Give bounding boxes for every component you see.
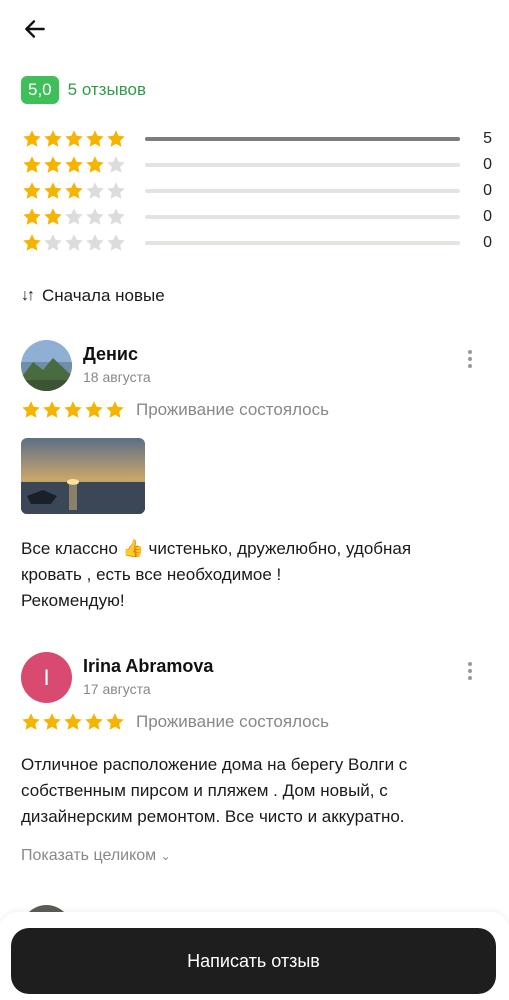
star-filled-icon — [43, 129, 64, 149]
review-author[interactable]: Денис — [83, 344, 138, 365]
more-options-icon[interactable] — [467, 662, 473, 683]
row-stars — [22, 155, 132, 175]
distribution-bar — [145, 137, 460, 141]
review-card: I Irina Abramova 17 августа Проживание с… — [21, 652, 491, 882]
stay-status: Проживание состоялось — [136, 400, 329, 419]
row-stars — [22, 207, 132, 227]
star-filled-icon — [84, 400, 105, 420]
star-empty-icon — [64, 207, 85, 227]
distribution-count: 5 — [483, 130, 492, 147]
star-empty-icon — [106, 207, 127, 227]
star-filled-icon — [63, 400, 84, 420]
star-filled-icon — [64, 155, 85, 175]
star-filled-icon — [21, 400, 42, 420]
review-rating: Проживание состоялось — [21, 712, 329, 732]
distribution-row[interactable]: 0 — [22, 204, 492, 230]
star-filled-icon — [22, 129, 43, 149]
star-filled-icon — [64, 181, 85, 201]
rating-summary: 5,0 5 отзывов — [21, 76, 146, 104]
star-empty-icon — [85, 181, 106, 201]
arrow-left-icon — [22, 20, 48, 46]
rating-badge: 5,0 — [21, 76, 59, 104]
chevron-down-icon: ⌄ — [160, 849, 171, 863]
star-filled-icon — [43, 181, 64, 201]
star-empty-icon — [43, 233, 64, 253]
star-empty-icon — [106, 155, 127, 175]
star-empty-icon — [106, 181, 127, 201]
star-filled-icon — [64, 129, 85, 149]
review-text: Отличное расположение дома на берегу Вол… — [21, 755, 408, 826]
review-date: 17 августа — [83, 681, 151, 697]
sort-button[interactable]: ↓↑ Сначала новые — [21, 286, 165, 306]
star-filled-icon — [21, 712, 42, 732]
distribution-bar — [145, 189, 460, 193]
star-empty-icon — [85, 233, 106, 253]
star-filled-icon — [43, 155, 64, 175]
star-filled-icon — [42, 400, 63, 420]
distribution-row[interactable]: 0 — [22, 230, 492, 256]
row-stars — [22, 233, 132, 253]
review-date: 18 августа — [83, 369, 151, 385]
star-filled-icon — [22, 233, 43, 253]
row-stars — [22, 181, 132, 201]
review-photo[interactable] — [21, 438, 145, 514]
star-filled-icon — [106, 129, 127, 149]
distribution-bar — [145, 215, 460, 219]
reviews-count: 5 отзывов — [67, 80, 147, 99]
avatar[interactable] — [21, 340, 72, 391]
star-empty-icon — [106, 233, 127, 253]
more-options-icon[interactable] — [467, 350, 473, 371]
distribution-bar — [145, 241, 460, 245]
star-filled-icon — [85, 129, 106, 149]
rating-distribution: 5 0 0 0 0 — [22, 126, 492, 256]
back-button[interactable] — [22, 16, 52, 46]
star-filled-icon — [105, 712, 126, 732]
star-filled-icon — [42, 712, 63, 732]
distribution-count: 0 — [483, 208, 492, 225]
star-filled-icon — [84, 712, 105, 732]
distribution-row[interactable]: 0 — [22, 178, 492, 204]
review-rating: Проживание состоялось — [21, 400, 329, 420]
star-empty-icon — [85, 207, 106, 227]
review-author[interactable]: Irina Abramova — [83, 656, 213, 677]
star-filled-icon — [85, 155, 106, 175]
star-filled-icon — [22, 207, 43, 227]
distribution-bar-fill — [145, 137, 460, 141]
distribution-bar — [145, 163, 460, 167]
distribution-count: 0 — [483, 156, 492, 173]
distribution-count: 0 — [483, 234, 492, 251]
stay-status: Проживание состоялось — [136, 712, 329, 731]
review-text: Все классно 👍 чистенько, дружелюбно, удо… — [21, 539, 412, 610]
star-filled-icon — [105, 400, 126, 420]
row-stars — [22, 129, 132, 149]
show-more-link[interactable]: Показать целиком ⌄ — [21, 847, 171, 865]
distribution-row[interactable]: 0 — [22, 152, 492, 178]
star-filled-icon — [43, 207, 64, 227]
bottom-bar: Написать отзыв — [0, 912, 509, 1000]
star-filled-icon — [22, 181, 43, 201]
avatar[interactable]: I — [21, 652, 72, 703]
sort-label: Сначала новые — [42, 286, 165, 305]
review-card: Денис 18 августа Проживание состоялось В… — [21, 340, 491, 630]
star-empty-icon — [64, 233, 85, 253]
distribution-count: 0 — [483, 182, 492, 199]
write-review-button[interactable]: Написать отзыв — [11, 928, 496, 994]
star-filled-icon — [63, 712, 84, 732]
star-filled-icon — [22, 155, 43, 175]
distribution-row[interactable]: 5 — [22, 126, 492, 152]
sort-arrows-icon: ↓↑ — [21, 287, 35, 304]
